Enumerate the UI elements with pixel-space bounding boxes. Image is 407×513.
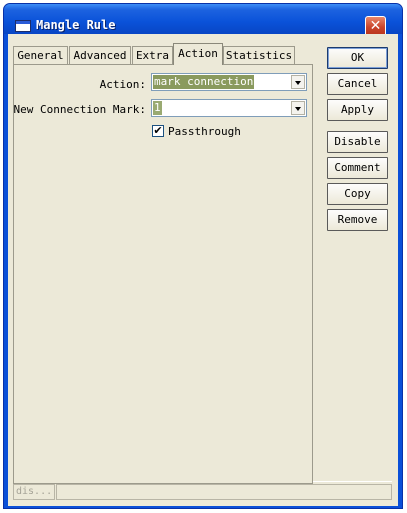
action-select[interactable]: mark connection [151, 73, 307, 91]
title-bar[interactable]: Mangle Rule ✕ [4, 4, 402, 37]
tab-label: Advanced [73, 49, 127, 62]
status-cell-empty [56, 484, 392, 500]
action-select-value: mark connection [153, 75, 255, 89]
remove-button[interactable]: Remove [327, 209, 388, 231]
window-app-icon [15, 20, 31, 32]
tab-label: Action [178, 47, 218, 60]
tab-general[interactable]: General [13, 46, 68, 64]
apply-button[interactable]: Apply [327, 99, 388, 121]
copy-button[interactable]: Copy [327, 183, 388, 205]
ok-button[interactable]: OK [327, 47, 388, 69]
mangle-rule-window: Mangle Rule ✕ General Advanced Extra Act… [3, 3, 403, 509]
chevron-down-icon[interactable] [291, 75, 305, 89]
new-connection-mark-label: New Connection Mark: [13, 103, 146, 116]
disable-button[interactable]: Disable [327, 131, 388, 153]
tab-extra[interactable]: Extra [132, 46, 173, 64]
tab-label: General [17, 49, 64, 62]
tab-action[interactable]: Action [173, 43, 223, 66]
dialog-body: General Advanced Extra Action Statistics… [8, 34, 398, 506]
tab-panel-action: Action: mark connection New Connection M… [13, 64, 313, 484]
passthrough-checkbox[interactable]: ✔ [152, 125, 164, 137]
status-bar: dis... [13, 481, 392, 501]
action-label: Action: [99, 78, 146, 91]
new-connection-mark-input[interactable]: 1 [151, 99, 307, 117]
tab-statistics[interactable]: Statistics [223, 46, 295, 64]
cancel-button[interactable]: Cancel [327, 73, 388, 95]
passthrough-label: Passthrough [168, 125, 241, 138]
chevron-down-icon[interactable] [291, 101, 305, 115]
status-text: dis... [13, 484, 55, 500]
new-connection-mark-value: 1 [153, 101, 162, 115]
close-icon: ✕ [369, 18, 382, 34]
tab-label: Extra [135, 49, 170, 62]
tab-label: Statistics [225, 49, 293, 62]
checkmark-icon: ✔ [153, 124, 163, 137]
tab-advanced[interactable]: Advanced [69, 46, 131, 64]
window-title: Mangle Rule [36, 18, 116, 32]
comment-button[interactable]: Comment [327, 157, 388, 179]
